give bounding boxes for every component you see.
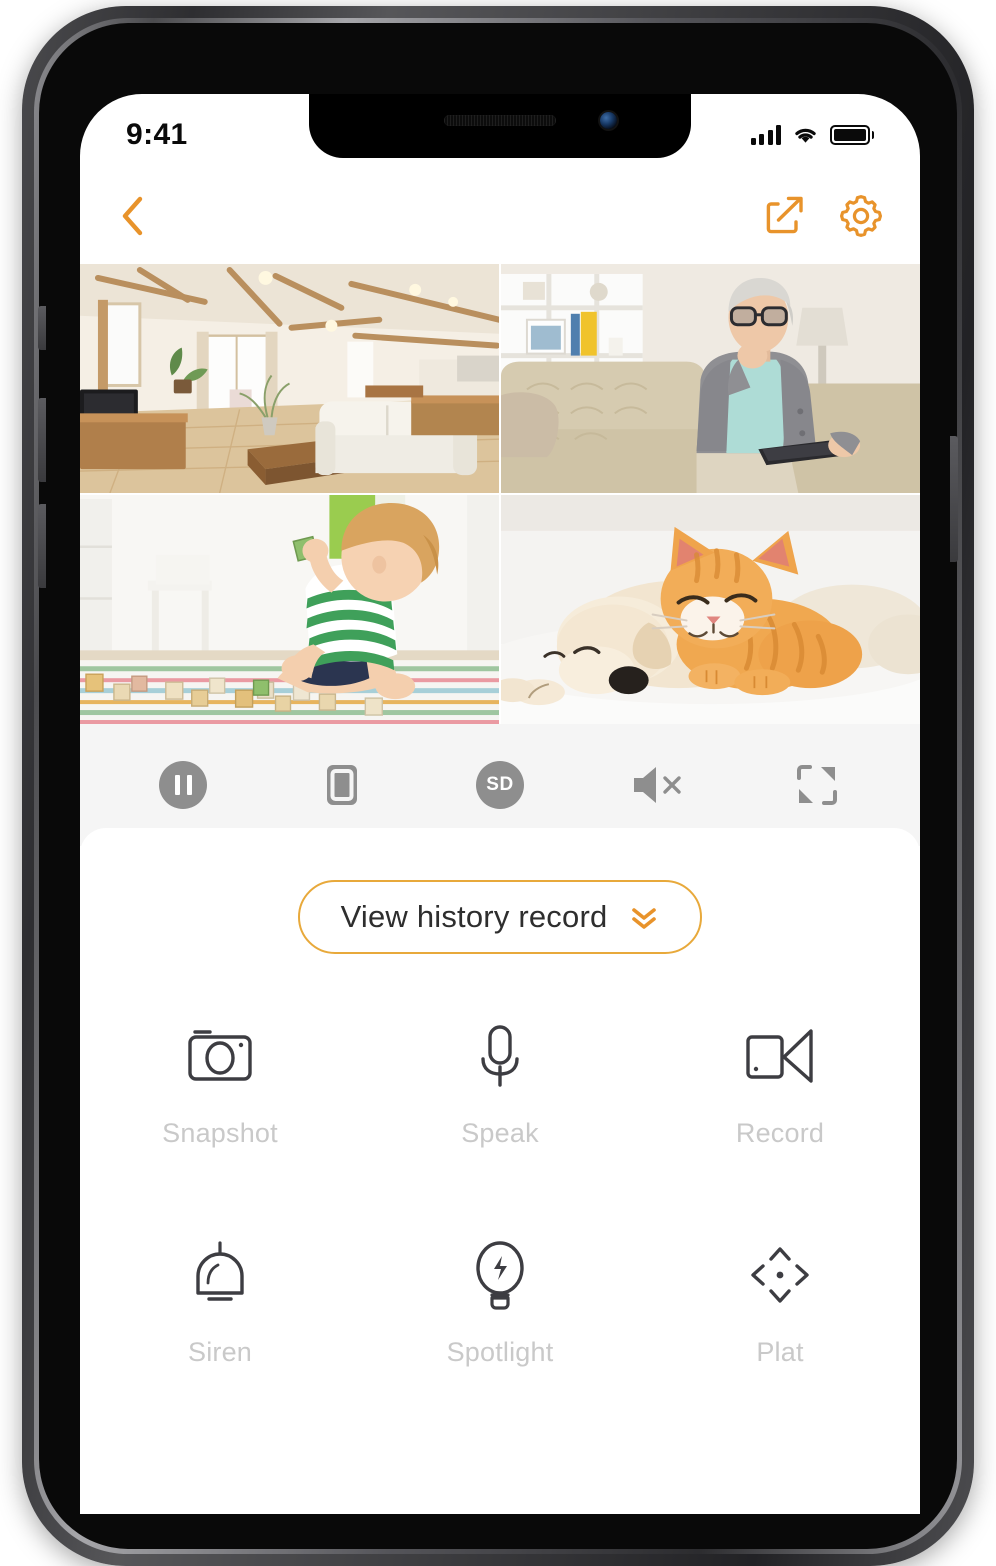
light-bulb-icon [461, 1239, 539, 1311]
camera-tile-pet-area[interactable] [501, 495, 920, 724]
living-room-scene [80, 264, 499, 493]
double-chevron-down-icon [632, 908, 657, 929]
quality-label: SD [486, 774, 514, 795]
earpiece-speaker-icon [444, 115, 556, 126]
speaker-muted-icon [634, 767, 682, 803]
navigation-bar [80, 168, 920, 264]
volume-up-button[interactable] [38, 398, 46, 482]
action-record-label: Record [735, 1118, 825, 1148]
action-plat[interactable]: Plat [640, 1239, 920, 1368]
playroom-scene [80, 495, 499, 724]
camera-tile-playroom[interactable] [80, 495, 499, 724]
action-snapshot[interactable]: Snapshot [80, 1020, 360, 1149]
pause-icon [159, 761, 208, 809]
share-icon [766, 196, 803, 234]
sd-badge-icon: SD [475, 761, 524, 809]
action-speak[interactable]: Speak [360, 1020, 640, 1149]
action-snapshot-label: Snapshot [162, 1118, 278, 1148]
camera-tile-lounge[interactable] [501, 264, 920, 493]
pet-area-scene [501, 495, 920, 724]
action-siren-label: Siren [187, 1337, 253, 1367]
square-in-square-icon [326, 765, 357, 805]
status-bar-time: 9:41 [126, 118, 188, 151]
camera-grid [80, 264, 920, 724]
device-notch [309, 94, 691, 158]
action-spotlight-label: Spotlight [446, 1337, 554, 1367]
share-button[interactable] [764, 193, 808, 239]
chevron-left-icon [122, 196, 143, 236]
phone-screen: 9:41 SD View history record Snapshot Spe… [80, 94, 920, 1514]
navigation-actions [764, 193, 884, 239]
gear-icon [840, 195, 882, 237]
action-speak-label: Speak [461, 1118, 539, 1148]
mute-switch-button[interactable] [38, 306, 46, 350]
quality-button[interactable]: SD [457, 754, 543, 816]
front-camera-icon [600, 112, 617, 129]
wifi-icon [795, 128, 816, 143]
power-button[interactable] [950, 436, 958, 562]
battery-full-icon [830, 125, 874, 145]
history-button-container: View history record [80, 828, 920, 954]
fullscreen-button[interactable] [774, 754, 860, 816]
microphone-icon [461, 1020, 539, 1092]
cellular-signal-icon [750, 125, 781, 145]
pan-tilt-icon [741, 1239, 819, 1311]
screen-layout-button[interactable] [299, 754, 385, 816]
controls-panel: View history record Snapshot Speak Recor… [80, 828, 920, 1514]
view-history-record-button[interactable]: View history record [298, 880, 702, 954]
pause-button[interactable] [140, 754, 226, 816]
mute-button[interactable] [615, 754, 701, 816]
view-history-record-label: View history record [340, 899, 608, 934]
device-actions-grid: Snapshot Speak Record Siren Spotlight Pl… [80, 1020, 920, 1368]
camera-tile-living-room[interactable] [80, 264, 499, 493]
action-record[interactable]: Record [640, 1020, 920, 1149]
camera-icon [181, 1020, 259, 1092]
lounge-scene [501, 264, 920, 493]
fullscreen-expand-icon [796, 765, 837, 805]
phone-device-frame: 9:41 SD View history record Snapshot Spe… [22, 6, 974, 1566]
video-camera-icon [741, 1020, 819, 1092]
status-bar-indicators [750, 125, 874, 145]
action-spotlight[interactable]: Spotlight [360, 1239, 640, 1368]
settings-button[interactable] [838, 193, 884, 239]
bell-icon [181, 1239, 259, 1311]
back-button[interactable] [116, 193, 148, 239]
action-plat-label: Plat [756, 1337, 804, 1367]
volume-down-button[interactable] [38, 504, 46, 588]
action-siren[interactable]: Siren [80, 1239, 360, 1368]
